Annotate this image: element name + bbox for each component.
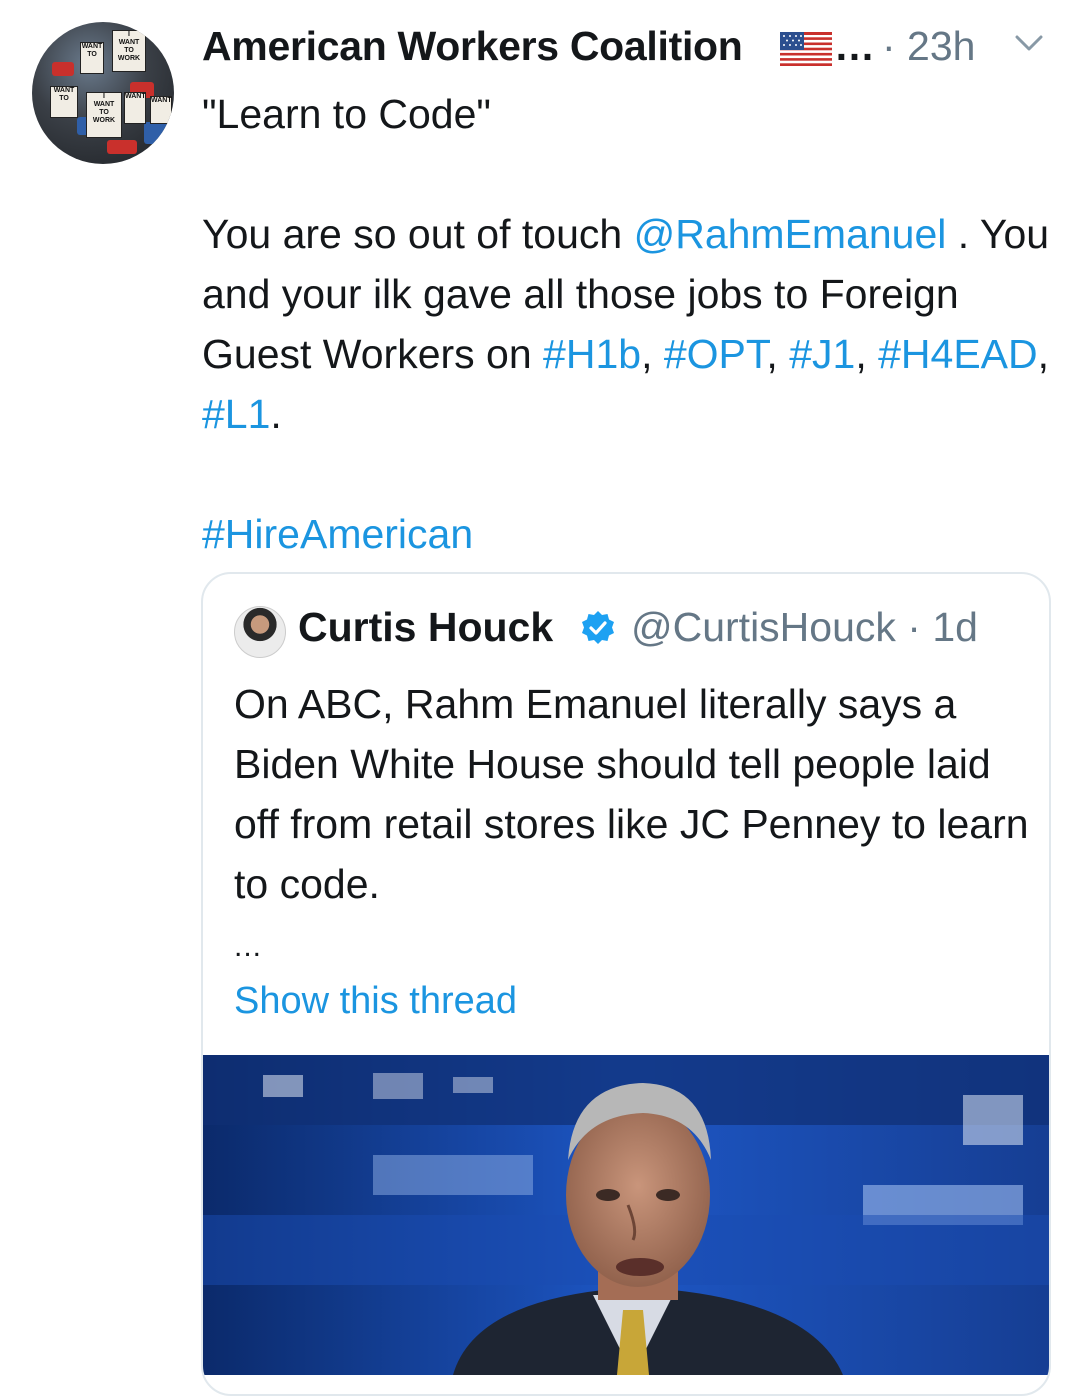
author-avatar[interactable]: WANT TO I WANT TO WORK I WANT TO WORK WANT TO WA… — [32, 22, 174, 164]
hashtag-link[interactable]: #H1b — [543, 331, 641, 377]
hashtag-link-hireamerican[interactable]: #HireAmerican — [202, 511, 473, 557]
chevron-down-icon[interactable] — [1014, 32, 1044, 54]
quoted-media-image[interactable] — [203, 1055, 1049, 1375]
hashtag-link[interactable]: #L1 — [202, 391, 270, 437]
tweet-title: "Learn to Code" — [202, 91, 491, 137]
tweet-text: "Learn to Code" You are so out of touch … — [202, 84, 1062, 564]
show-thread-link[interactable]: Show this thread — [234, 980, 517, 1023]
hashtag-link[interactable]: #J1 — [789, 331, 855, 377]
mention-link[interactable]: @RahmEmanuel — [634, 211, 947, 257]
tweet-header: American Workers Coalition … · 23h — [202, 18, 1062, 80]
quoted-author-name[interactable]: Curtis Houck — [298, 604, 553, 651]
quoted-author-avatar[interactable] — [234, 606, 286, 658]
hashtag-link[interactable]: #OPT — [664, 331, 767, 377]
tweet-paragraph: You are so out of touch @RahmEmanuel . Y… — [202, 211, 1050, 437]
verified-badge-icon — [582, 611, 614, 644]
quoted-handle-time: @CurtisHouck · 1d — [631, 604, 978, 650]
quoted-tweet-text: On ABC, Rahm Emanuel literally says a Bi… — [234, 681, 1029, 907]
author-name[interactable]: American Workers Coalition — [202, 23, 743, 70]
quoted-ellipsis: ... — [234, 930, 263, 963]
hashtag-link[interactable]: #H4EAD — [878, 331, 1038, 377]
flag-icon — [780, 32, 832, 66]
name-truncation: … — [834, 23, 875, 69]
quoted-tweet-card[interactable]: Curtis Houck @CurtisHouck · 1d On ABC, R… — [201, 572, 1051, 1396]
tweet-time[interactable]: · 23h — [882, 23, 975, 70]
